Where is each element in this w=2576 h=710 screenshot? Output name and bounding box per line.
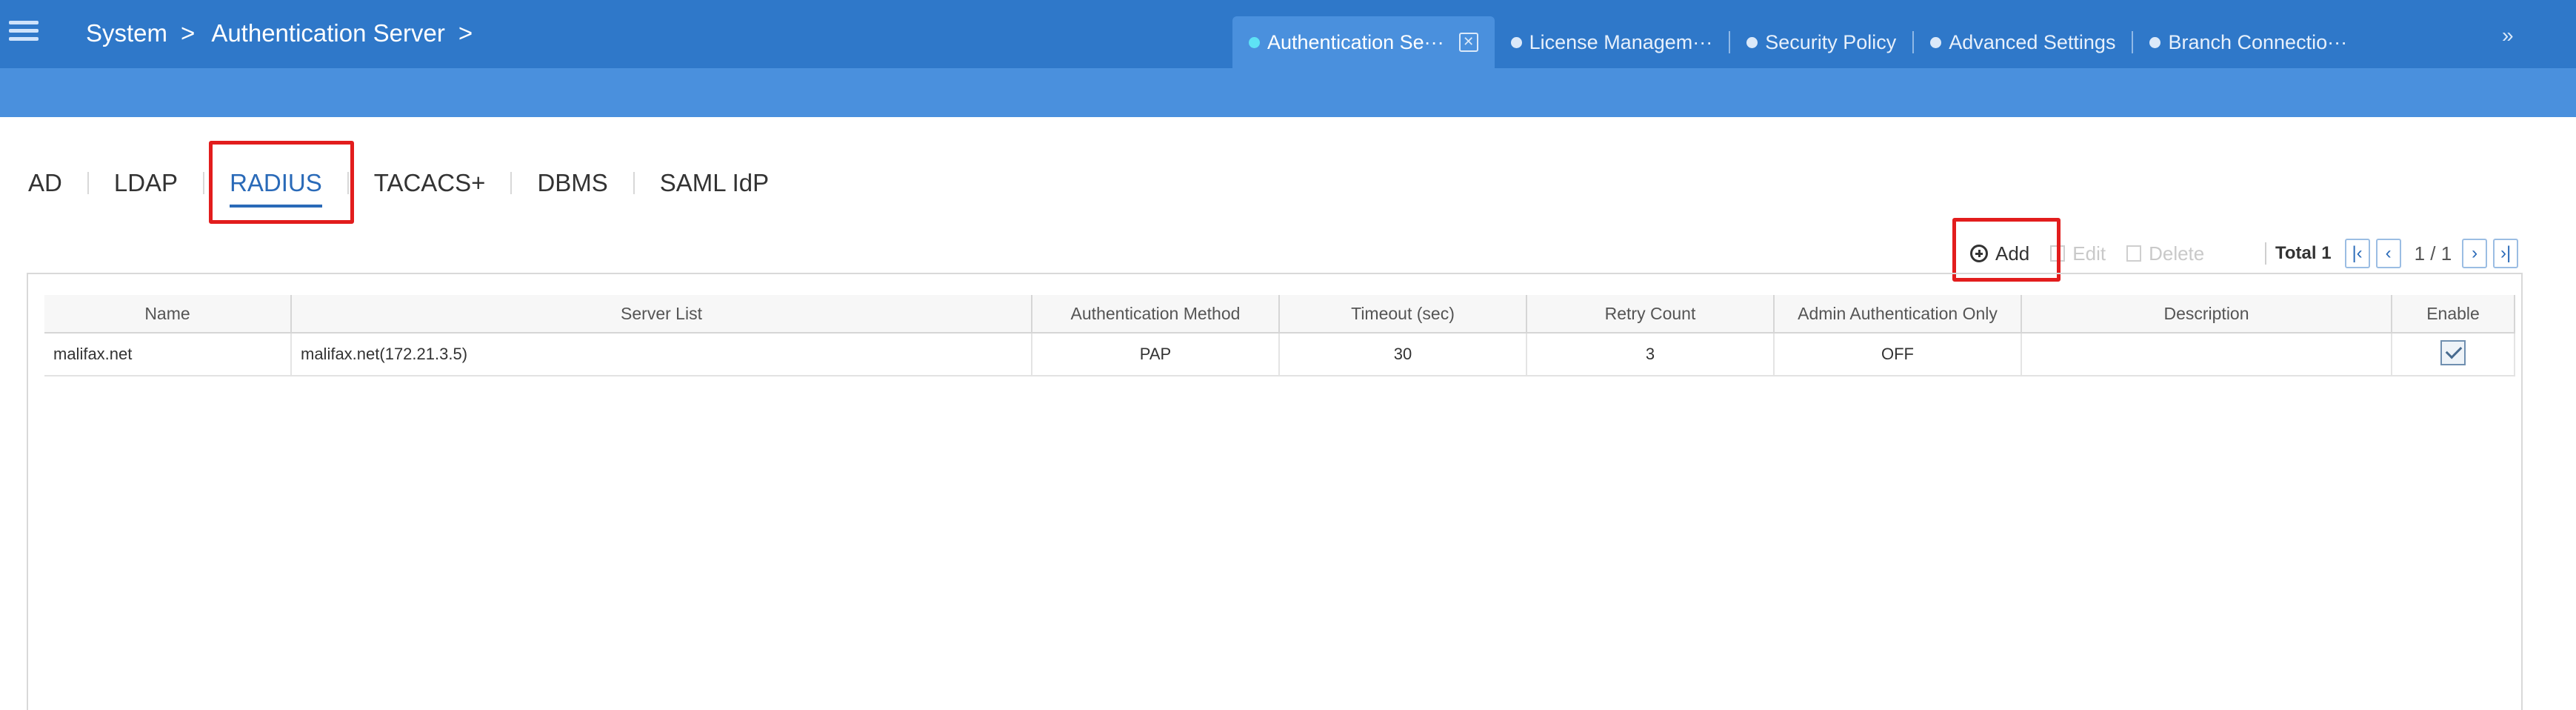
tab-label: Security Policy [1765, 30, 1897, 53]
column-auth-method[interactable]: Authentication Method [1032, 295, 1280, 332]
total-count: Total 1 [2275, 243, 2332, 263]
subtab-ad[interactable]: AD [28, 169, 87, 197]
table-row[interactable]: malifax.net malifax.net(172.21.3.5) PAP … [44, 334, 2515, 376]
tab-advanced-settings[interactable]: Advanced Settings [1914, 16, 2132, 68]
delete-button-label: Delete [2149, 242, 2205, 265]
column-enable[interactable]: Enable [2392, 295, 2515, 332]
tab-security-policy[interactable]: Security Policy [1730, 16, 1912, 68]
tab-label: Authentication Se··· [1267, 30, 1444, 53]
tab-authentication-server[interactable]: Authentication Se··· ✕ [1232, 16, 1495, 68]
cell-server-list: malifax.net(172.21.3.5) [292, 334, 1032, 375]
cell-auth-method: PAP [1032, 334, 1280, 375]
cell-description [2022, 334, 2392, 375]
tab-label: Branch Connectio··· [2168, 30, 2348, 53]
prev-page-icon[interactable]: ‹ [2375, 239, 2401, 268]
enable-checkbox[interactable] [2440, 340, 2466, 366]
pager-divider [2265, 242, 2266, 265]
cell-enable [2392, 334, 2515, 375]
cell-admin-auth-only: OFF [1775, 334, 2022, 375]
first-page-icon[interactable]: |‹ [2344, 239, 2370, 268]
breadcrumb-separator: > [181, 19, 196, 47]
sub-header-bar [0, 68, 2576, 117]
tab-branch-connection[interactable]: Branch Connectio··· [2133, 16, 2363, 68]
subtab-ldap[interactable]: LDAP [89, 169, 203, 197]
trash-icon [2126, 245, 2142, 262]
breadcrumb-separator: > [458, 19, 473, 47]
auth-server-type-tabs: AD LDAP RADIUS TACACS+ DBMS SAML IdP [28, 169, 794, 208]
radius-highlight-box [209, 141, 354, 224]
more-tabs-icon[interactable]: » [2502, 24, 2514, 47]
tab-status-dot-icon [1930, 36, 1942, 48]
column-retry-count[interactable]: Retry Count [1527, 295, 1775, 332]
cell-timeout: 30 [1280, 334, 1527, 375]
tab-license-management[interactable]: License Managem··· [1495, 16, 1729, 68]
tab-status-dot-icon [1510, 36, 1522, 48]
subtab-dbms[interactable]: DBMS [512, 169, 633, 197]
close-tab-icon[interactable]: ✕ [1458, 33, 1478, 52]
hamburger-menu-icon[interactable] [7, 16, 40, 49]
edit-button-label: Edit [2072, 242, 2106, 265]
breadcrumb-authentication-server[interactable]: Authentication Server [211, 19, 445, 47]
radius-server-table: Name Server List Authentication Method T… [27, 273, 2523, 710]
tab-label: Advanced Settings [1949, 30, 2116, 53]
tab-status-dot-icon [1249, 36, 1260, 48]
tab-label: License Managem··· [1529, 30, 1713, 53]
delete-button[interactable]: Delete [2126, 242, 2204, 265]
cell-retry-count: 3 [1527, 334, 1775, 375]
window-tabs: Authentication Se··· ✕ License Managem··… [1232, 16, 2363, 68]
column-admin-auth-only[interactable]: Admin Authentication Only [1775, 295, 2022, 332]
column-server-list[interactable]: Server List [292, 295, 1032, 332]
cell-name: malifax.net [44, 334, 292, 375]
breadcrumb: System > Authentication Server > [86, 19, 489, 47]
page-indicator: 1 / 1 [2414, 242, 2452, 265]
last-page-icon[interactable]: ›| [2493, 239, 2519, 268]
column-description[interactable]: Description [2022, 295, 2392, 332]
top-header: System > Authentication Server > Authentica… [0, 0, 2576, 68]
tab-status-dot-icon [2149, 36, 2161, 48]
table-header: Name Server List Authentication Method T… [44, 295, 2515, 334]
breadcrumb-system[interactable]: System [86, 19, 167, 47]
pagination: Total 1 |‹ ‹ 1 / 1 › ›| [2265, 239, 2524, 268]
column-timeout[interactable]: Timeout (sec) [1280, 295, 1527, 332]
tab-status-dot-icon [1746, 36, 1758, 48]
next-page-icon[interactable]: › [2462, 239, 2488, 268]
subtab-saml-idp[interactable]: SAML IdP [635, 169, 794, 197]
column-name[interactable]: Name [44, 295, 292, 332]
subtab-tacacs[interactable]: TACACS+ [349, 169, 511, 197]
